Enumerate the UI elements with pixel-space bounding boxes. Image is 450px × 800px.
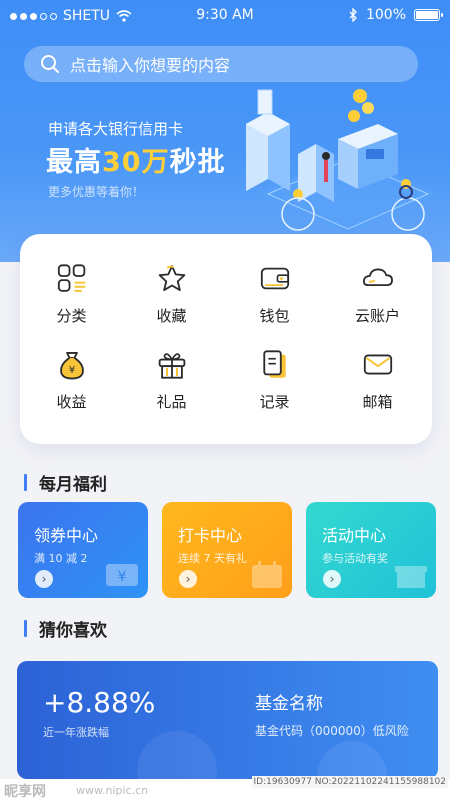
arrow-right-icon[interactable]: › bbox=[35, 570, 53, 588]
status-bar: SHETU 9:30 AM 100% bbox=[0, 0, 450, 32]
bank-illustration bbox=[246, 89, 438, 234]
wallet-icon bbox=[260, 267, 289, 290]
feature-grid: 分类 收藏 钱包 云账户 ¥ 收益 礼品 记录 邮箱 bbox=[20, 234, 432, 444]
grid-item-label: 记录 bbox=[259, 393, 290, 411]
watermark-url: www.nipic.cn bbox=[76, 784, 149, 797]
grid-item-wallet[interactable]: 钱包 bbox=[223, 234, 326, 326]
fund-rate: +8.88% bbox=[43, 686, 156, 719]
grid-item-earnings[interactable]: ¥ 收益 bbox=[20, 320, 123, 412]
battery-icon bbox=[414, 9, 443, 21]
grid-item-label: 礼品 bbox=[156, 393, 187, 411]
gift-icon bbox=[158, 353, 185, 379]
money-bag-icon: ¥ bbox=[59, 352, 84, 380]
grid-item-cloud-account[interactable]: 云账户 bbox=[326, 234, 429, 326]
watermark-logo: 昵享网 bbox=[4, 784, 46, 800]
card-subtitle: 参与活动有奖 bbox=[322, 552, 388, 565]
checkin-center-card[interactable]: 打卡中心 连续 7 天有礼 › bbox=[162, 502, 292, 598]
grid-item-category[interactable]: 分类 bbox=[20, 234, 123, 326]
arrow-right-icon[interactable]: › bbox=[179, 570, 197, 588]
search-placeholder: 点击输入你想要的内容 bbox=[70, 56, 231, 75]
grid-item-records[interactable]: 记录 bbox=[223, 320, 326, 412]
grid-item-label: 邮箱 bbox=[362, 393, 393, 411]
search-bar[interactable]: 点击输入你想要的内容 bbox=[24, 46, 418, 82]
promo-subtitle: 申请各大银行信用卡 bbox=[48, 120, 184, 138]
watermark-bar: 昵享网 www.nipic.cn ID:19630977 NO:20221102… bbox=[0, 776, 450, 800]
section-title-monthly: 每月福利 bbox=[24, 470, 107, 495]
watermark-id: ID:19630977 NO:20221102241155988102 bbox=[251, 776, 448, 788]
grid-item-mailbox[interactable]: 邮箱 bbox=[326, 320, 429, 412]
card-subtitle: 连续 7 天有礼 bbox=[178, 552, 247, 565]
battery-percent: 100% bbox=[365, 7, 406, 23]
mail-icon bbox=[363, 354, 392, 375]
record-icon bbox=[262, 350, 286, 378]
promo-headline: 最高30万秒批 bbox=[46, 147, 226, 178]
card-title: 活动中心 bbox=[322, 526, 387, 545]
coupon-center-card[interactable]: 领券中心 满 10 减 2 › ¥ bbox=[18, 502, 148, 598]
grid-item-favorites[interactable]: 收藏 bbox=[120, 234, 223, 326]
grid-item-label: 收益 bbox=[56, 393, 87, 411]
gift-box-icon bbox=[395, 566, 427, 588]
search-icon bbox=[41, 55, 59, 73]
card-title: 打卡中心 bbox=[178, 526, 243, 545]
activity-center-card[interactable]: 活动中心 参与活动有奖 › bbox=[306, 502, 436, 598]
star-icon bbox=[158, 265, 185, 291]
card-title: 领券中心 bbox=[34, 526, 99, 545]
cloud-icon bbox=[362, 268, 393, 287]
category-icon bbox=[57, 264, 85, 292]
grid-item-gifts[interactable]: 礼品 bbox=[120, 320, 223, 412]
svg-text:¥: ¥ bbox=[68, 365, 74, 376]
fund-card[interactable]: +8.88% 近一年涨跌幅 基金名称 基金代码（000000）低风险 bbox=[17, 661, 438, 779]
svg-text:¥: ¥ bbox=[118, 569, 127, 585]
arrow-right-icon[interactable]: › bbox=[323, 570, 341, 588]
card-subtitle: 满 10 减 2 bbox=[34, 552, 88, 565]
bluetooth-icon bbox=[349, 8, 357, 22]
fund-code: 基金代码（000000）低风险 bbox=[255, 724, 409, 738]
hero-banner: SHETU 9:30 AM 100% 点击输入你想要的内容 申请各大银行信用卡 … bbox=[0, 0, 450, 262]
promo-more-text: 更多优惠等着你！ bbox=[48, 185, 145, 199]
fund-name: 基金名称 bbox=[255, 694, 323, 714]
calendar-icon bbox=[252, 561, 282, 588]
section-title-guess: 猜你喜欢 bbox=[24, 616, 107, 641]
coupon-icon: ¥ bbox=[106, 564, 138, 586]
fund-rate-label: 近一年涨跌幅 bbox=[43, 726, 109, 739]
